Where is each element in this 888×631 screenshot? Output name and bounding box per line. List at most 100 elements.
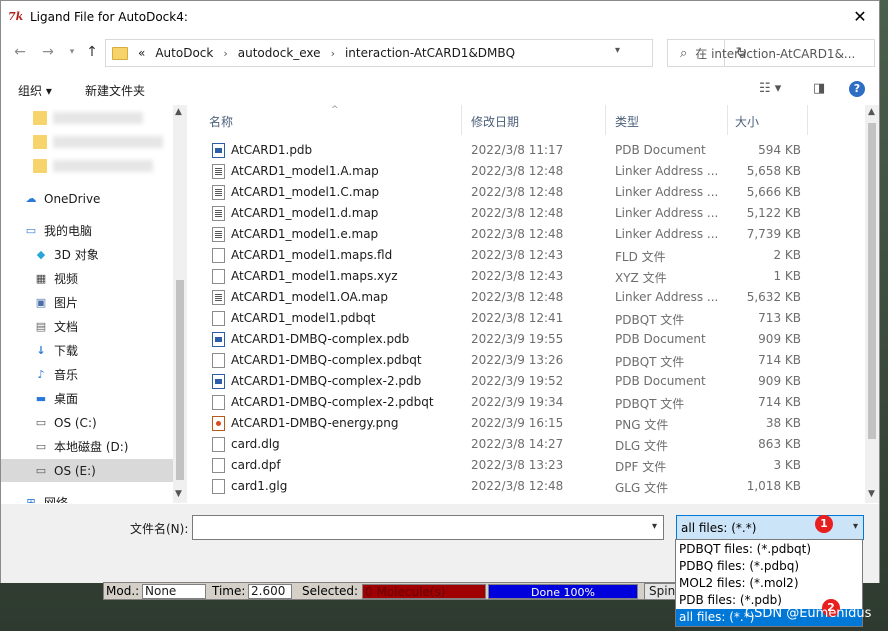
chevron-down-icon[interactable]: ▾ — [615, 45, 620, 56]
file-row-partial[interactable] — [191, 498, 863, 503]
sidebar-item-pictures[interactable]: ▣ 图片 — [1, 291, 173, 314]
column-divider[interactable] — [727, 105, 728, 135]
sidebar-item-label: 图片 — [54, 296, 79, 310]
file-row[interactable]: AtCARD1-DMBQ-complex.pdb 2022/3/9 19:55 PD… — [191, 329, 863, 350]
file-row[interactable]: AtCARD1-DMBQ-complex-2.pdbqt 2022/3/9 19:… — [191, 392, 863, 413]
column-divider[interactable] — [461, 105, 462, 135]
breadcrumb-overflow[interactable]: « — [138, 46, 145, 60]
sidebar-item-network[interactable]: ⊞ 网络 — [1, 491, 173, 503]
sidebar-item-this-pc[interactable]: ▭ 我的电脑 — [1, 219, 173, 242]
file-row[interactable]: card.dpf 2022/3/8 13:23 DPF 文件 3 KB — [191, 455, 863, 476]
help-icon[interactable]: ? — [849, 81, 865, 97]
up-button[interactable]: ↑ — [83, 43, 101, 61]
column-date[interactable]: 修改日期 — [471, 113, 519, 130]
preview-pane-icon[interactable]: ◨ — [813, 81, 825, 96]
file-date: 2022/3/8 13:23 — [471, 458, 564, 472]
filetype-selected: all files: (*.*) — [681, 521, 757, 535]
column-divider[interactable] — [807, 105, 808, 135]
file-row[interactable]: AtCARD1_model1.A.map 2022/3/8 12:48 Linker… — [191, 161, 863, 182]
file-row[interactable]: AtCARD1_model1.OA.map 2022/3/8 12:48 Linke… — [191, 287, 863, 308]
close-button[interactable]: ✕ — [849, 7, 871, 27]
sidebar-item-label: OS (E:) — [54, 463, 96, 478]
file-row[interactable]: AtCARD1_model1.e.map 2022/3/8 12:48 Linker… — [191, 224, 863, 245]
file-icon — [212, 479, 225, 494]
chevron-up-icon[interactable]: ▲ — [175, 107, 182, 117]
file-size: 5,666 KB — [746, 185, 801, 199]
chevron-right-icon[interactable]: › — [331, 47, 335, 60]
chevron-right-icon[interactable]: › — [223, 47, 227, 60]
file-name: AtCARD1_model1.e.map — [231, 227, 379, 241]
column-name[interactable]: 名称 — [209, 113, 233, 130]
file-row[interactable]: AtCARD1-DMBQ-complex-2.pdb 2022/3/9 19:52… — [191, 371, 863, 392]
chevron-down-icon[interactable]: ▾ — [853, 521, 858, 532]
address-bar[interactable]: « AutoDock › autodock_exe › interaction-… — [105, 39, 747, 67]
sidebar-scrollbar[interactable]: ▲ ▼ — [173, 105, 187, 503]
sidebar-item-3d-objects[interactable]: ◆ 3D 对象 — [1, 243, 173, 266]
file-name: AtCARD1-DMBQ-complex-2.pdbqt — [231, 395, 434, 409]
file-row[interactable]: AtCARD1-DMBQ-energy.png 2022/3/9 16:15 PNG… — [191, 413, 863, 434]
breadcrumb-autodock[interactable]: AutoDock — [155, 46, 213, 60]
file-icon — [212, 248, 225, 263]
file-icon — [212, 374, 225, 389]
search-placeholder: 在 interaction-AtCARD1&... — [695, 46, 856, 61]
time-label: Time: — [212, 584, 246, 598]
file-row[interactable]: AtCARD1_model1.d.map 2022/3/8 12:48 Linker… — [191, 203, 863, 224]
selected-label: Selected: — [302, 584, 359, 598]
view-options-icon[interactable]: ☷ ▾ — [759, 81, 781, 96]
file-date: 2022/3/8 14:27 — [471, 437, 564, 451]
scrollbar-thumb[interactable] — [176, 280, 184, 480]
file-row[interactable]: card.dlg 2022/3/8 14:27 DLG 文件 863 KB — [191, 434, 863, 455]
file-icon — [212, 353, 225, 368]
file-row[interactable]: AtCARD1_model1.maps.fld 2022/3/8 12:43 FLD… — [191, 245, 863, 266]
scrollbar-thumb[interactable] — [868, 123, 876, 439]
spin-button[interactable]: Spin — [644, 583, 676, 600]
column-divider[interactable] — [605, 105, 606, 135]
organize-menu[interactable]: 组织 ▾ — [18, 82, 52, 99]
computer-icon: ▭ — [25, 224, 37, 237]
file-date: 2022/3/8 12:48 — [471, 185, 564, 199]
file-row[interactable]: AtCARD1_model1.pdbqt 2022/3/8 12:41 PDBQT … — [191, 308, 863, 329]
search-input[interactable]: ⌕ 在 interaction-AtCARD1&... — [667, 39, 875, 67]
new-folder-button[interactable]: 新建文件夹 — [85, 82, 145, 99]
back-button[interactable]: ← — [11, 43, 29, 61]
file-row[interactable]: AtCARD1-DMBQ-complex.pdbqt 2022/3/9 13:26… — [191, 350, 863, 371]
sidebar-item-documents[interactable]: ▤ 文档 — [1, 315, 173, 338]
sidebar-item-drive-e[interactable]: ▭ OS (E:) — [1, 459, 173, 482]
filetype-option-pdbq[interactable]: PDBQ files: (*.pdbq) — [676, 558, 862, 575]
forward-button[interactable]: → — [39, 43, 57, 61]
column-size[interactable]: 大小 — [735, 113, 759, 130]
sidebar-item-drive-c[interactable]: ▭ OS (C:) — [1, 411, 173, 434]
sidebar-item-desktop[interactable]: ▬ 桌面 — [1, 387, 173, 410]
file-type: PDB Document — [615, 332, 706, 346]
folder-icon — [112, 46, 128, 60]
file-row[interactable]: AtCARD1_model1.maps.xyz 2022/3/8 12:43 XYZ… — [191, 266, 863, 287]
file-list-scrollbar[interactable]: ▲ ▼ — [865, 105, 879, 503]
file-row[interactable]: card1.glg 2022/3/8 12:48 GLG 文件 1,018 KB — [191, 476, 863, 497]
chevron-down-icon[interactable]: ▼ — [175, 489, 182, 499]
redacted-item — [53, 136, 163, 148]
breadcrumb-interaction-folder[interactable]: interaction-AtCARD1&DMBQ — [345, 46, 515, 60]
sidebar-item-music[interactable]: ♪ 音乐 — [1, 363, 173, 386]
sidebar-item-videos[interactable]: ▦ 视频 — [1, 267, 173, 290]
file-date: 2022/3/9 13:26 — [471, 353, 564, 367]
filetype-select[interactable]: all files: (*.*) ▾ — [676, 515, 864, 540]
sidebar-item-downloads[interactable]: ↓ 下载 — [1, 339, 173, 362]
filename-input[interactable]: ▾ — [192, 515, 664, 540]
file-size: 2 KB — [773, 248, 801, 262]
file-size: 863 KB — [758, 437, 801, 451]
file-row[interactable]: AtCARD1_model1.C.map 2022/3/8 12:48 Linker… — [191, 182, 863, 203]
file-size: 594 KB — [758, 143, 801, 157]
filetype-option-pdbqt[interactable]: PDBQT files: (*.pdbqt) — [676, 541, 862, 558]
chevron-up-icon[interactable]: ▲ — [868, 107, 875, 117]
sidebar-item-onedrive[interactable]: ☁ OneDrive — [1, 187, 173, 210]
file-type: FLD 文件 — [615, 250, 666, 264]
filetype-option-mol2[interactable]: MOL2 files: (*.mol2) — [676, 575, 862, 592]
file-row[interactable]: AtCARD1.pdb 2022/3/8 11:17 PDB Document 594… — [191, 140, 863, 161]
chevron-down-icon[interactable]: ▾ — [652, 521, 657, 532]
sort-up-icon: ^ — [331, 105, 339, 115]
column-type[interactable]: 类型 — [615, 113, 639, 130]
sidebar-item-drive-d[interactable]: ▭ 本地磁盘 (D:) — [1, 435, 173, 458]
breadcrumb-autodock-exe[interactable]: autodock_exe — [238, 46, 321, 60]
chevron-down-icon[interactable]: ▼ — [868, 489, 875, 499]
recent-dropdown-button[interactable]: ▾ — [63, 43, 81, 61]
